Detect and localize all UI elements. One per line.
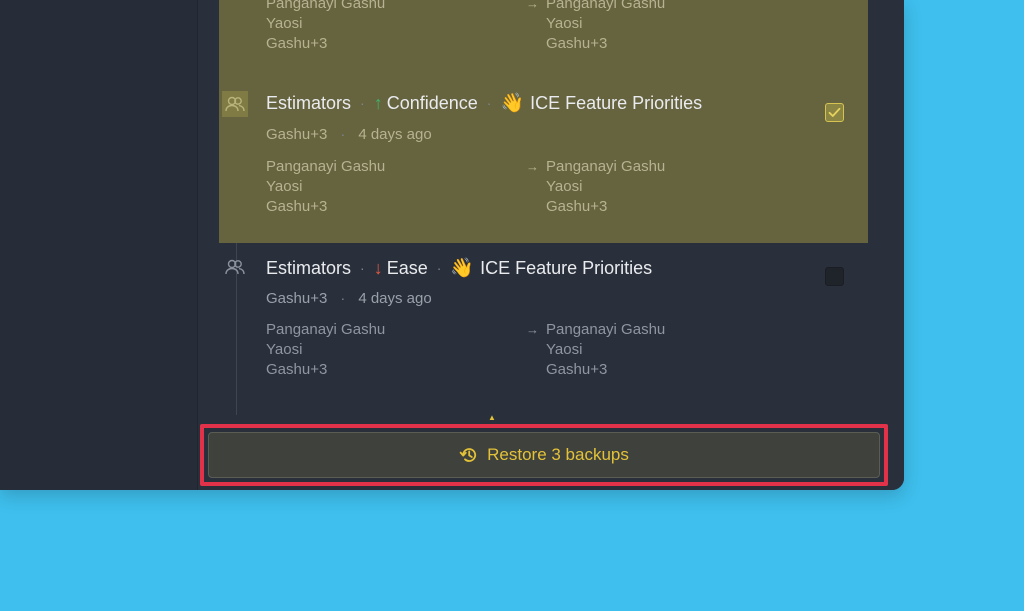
separator: ·: [360, 260, 365, 276]
entry-checkbox[interactable]: [825, 103, 844, 122]
from-value: Yaosi: [266, 15, 303, 32]
separator: ·: [340, 290, 346, 306]
to-value: Gashu+3: [546, 198, 608, 215]
to-value: Panganayi Gashu: [546, 158, 666, 175]
separator: ·: [360, 95, 365, 111]
from-values: Panganayi Gashu Yaosi Gashu+3: [266, 320, 385, 380]
from-value: Gashu+3: [266, 361, 328, 378]
to-values: → Panganayi Gashu Yaosi Gashu+3: [526, 320, 665, 380]
users-icon: [222, 91, 248, 117]
project-name: ICE Feature Priorities: [480, 257, 653, 278]
arrow-right-icon: →: [526, 322, 539, 337]
history-entry[interactable]: Estimators · ↑ Confidence · 👋 ICE Featur…: [219, 78, 868, 243]
from-value: Panganayi Gashu: [266, 0, 386, 12]
to-value: Gashu+3: [546, 35, 608, 52]
history-entry-partial[interactable]: Panganayi Gashu Yaosi Gashu+3 → Panganay…: [219, 0, 868, 78]
history-entry[interactable]: Estimators · ↓ Ease · 👋 ICE Feature Prio…: [219, 243, 868, 413]
entry-title: Estimators · ↑ Confidence · 👋 ICE Featur…: [266, 91, 702, 115]
from-value: Yaosi: [266, 178, 303, 195]
from-value: Gashu+3: [266, 198, 328, 215]
arrow-down-icon: ↓: [373, 257, 383, 278]
partial-emoji-icon: ▲: [488, 413, 496, 422]
to-values: → Panganayi Gashu Yaosi Gashu+3: [526, 157, 665, 217]
to-value: Panganayi Gashu: [546, 0, 666, 12]
history-icon: [459, 448, 477, 462]
from-values: Panganayi Gashu Yaosi Gashu+3: [266, 157, 385, 217]
timestamp: 4 days ago: [358, 126, 432, 143]
from-value: Gashu+3: [266, 35, 328, 52]
author: Gashu+3: [266, 290, 328, 307]
waving-hand-icon: 👋: [450, 258, 475, 279]
group-name: Estimators: [266, 257, 352, 278]
arrow-right-icon: →: [526, 0, 539, 11]
entry-checkbox[interactable]: [825, 267, 844, 286]
arrow-right-icon: →: [526, 159, 539, 174]
from-value: Panganayi Gashu: [266, 158, 386, 175]
separator: ·: [486, 95, 492, 111]
users-icon: [222, 254, 248, 280]
separator: ·: [436, 260, 442, 276]
arrow-up-icon: ↑: [373, 92, 383, 113]
to-values: → Panganayi Gashu Yaosi Gashu+3: [526, 0, 665, 54]
entry-title: Estimators · ↓ Ease · 👋 ICE Feature Prio…: [266, 256, 652, 280]
restore-button-label: Restore 3 backups: [487, 445, 629, 464]
waving-hand-icon: 👋: [500, 93, 525, 114]
entry-meta: Gashu+3 · 4 days ago: [266, 290, 432, 307]
to-value: Panganayi Gashu: [546, 321, 666, 338]
to-value: Yaosi: [546, 178, 583, 195]
metric-name: Ease: [386, 257, 428, 278]
from-value: Panganayi Gashu: [266, 321, 386, 338]
from-values: Panganayi Gashu Yaosi Gashu+3: [266, 0, 385, 54]
project-name: ICE Feature Priorities: [530, 92, 703, 113]
to-value: Yaosi: [546, 15, 583, 32]
from-value: Yaosi: [266, 341, 303, 358]
to-value: Gashu+3: [546, 361, 608, 378]
sidebar: [0, 0, 198, 490]
separator: ·: [340, 126, 346, 142]
restore-backups-button[interactable]: Restore 3 backups: [208, 432, 880, 478]
timestamp: 4 days ago: [358, 290, 432, 307]
metric-name: Confidence: [386, 92, 478, 113]
to-value: Yaosi: [546, 341, 583, 358]
entry-meta: Gashu+3 · 4 days ago: [266, 126, 432, 143]
check-icon: [828, 107, 841, 117]
group-name: Estimators: [266, 92, 352, 113]
author: Gashu+3: [266, 126, 328, 143]
